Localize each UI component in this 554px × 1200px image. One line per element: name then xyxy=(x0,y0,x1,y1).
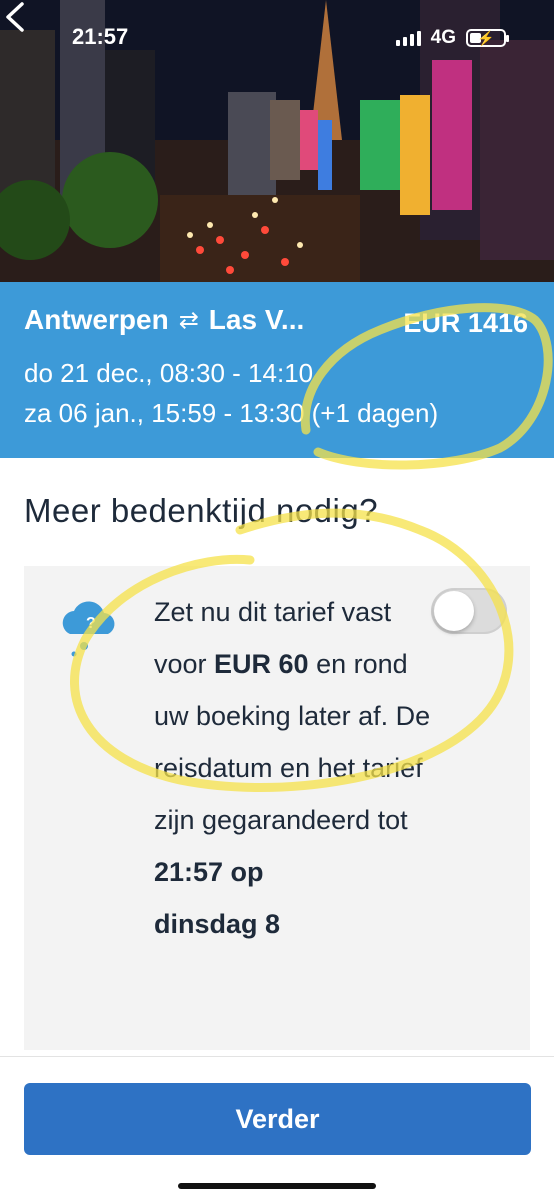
battery-icon: ⚡ xyxy=(466,29,509,47)
hold-amount: EUR 60 xyxy=(214,649,309,679)
route-origin: Antwerpen xyxy=(24,304,169,335)
round-trip-icon: ⇄ xyxy=(178,306,199,334)
svg-text:?: ? xyxy=(86,615,96,632)
hold-heading: Meer bedenktijd nodig? xyxy=(24,492,379,529)
hold-deadline-day: dinsdag 8 xyxy=(154,909,281,939)
route-destination: Las V... xyxy=(208,304,305,335)
footer-divider xyxy=(0,1056,554,1057)
return-flight: za 06 jan., 15:59 - 13:30 (+1 dagen) xyxy=(24,398,439,428)
status-time: 21:57 xyxy=(72,24,129,49)
continue-button[interactable]: Verder xyxy=(24,1083,531,1155)
network-type: 4G xyxy=(430,27,456,48)
total-price: EUR 1416 xyxy=(403,308,528,338)
hold-fare-card: ? Zet nu dit tarief vast voor EUR 60 en … xyxy=(24,566,530,1050)
status-indicators: 4G ⚡ xyxy=(395,27,509,49)
back-arrow-icon[interactable] xyxy=(0,0,34,34)
home-indicator xyxy=(178,1183,376,1189)
hold-description: Zet nu dit tarief vast voor EUR 60 en ro… xyxy=(154,586,434,950)
hold-deadline-time: 21:57 op xyxy=(154,857,264,887)
outbound-flight: do 21 dec., 08:30 - 14:10 xyxy=(24,358,314,388)
toggle-knob xyxy=(434,591,474,631)
cloud-question-icon: ? xyxy=(62,601,115,657)
route: Antwerpen ⇄ Las V... xyxy=(24,304,304,336)
trip-summary: Antwerpen ⇄ Las V... EUR 1416 do 21 dec.… xyxy=(0,282,554,458)
charging-bolt-icon: ⚡ xyxy=(477,30,495,46)
status-bar: 21:57 4G ⚡ xyxy=(0,0,554,70)
hold-fare-toggle[interactable] xyxy=(431,588,507,634)
hero-image: 21:57 4G ⚡ xyxy=(0,0,554,282)
signal-icon xyxy=(395,30,421,46)
